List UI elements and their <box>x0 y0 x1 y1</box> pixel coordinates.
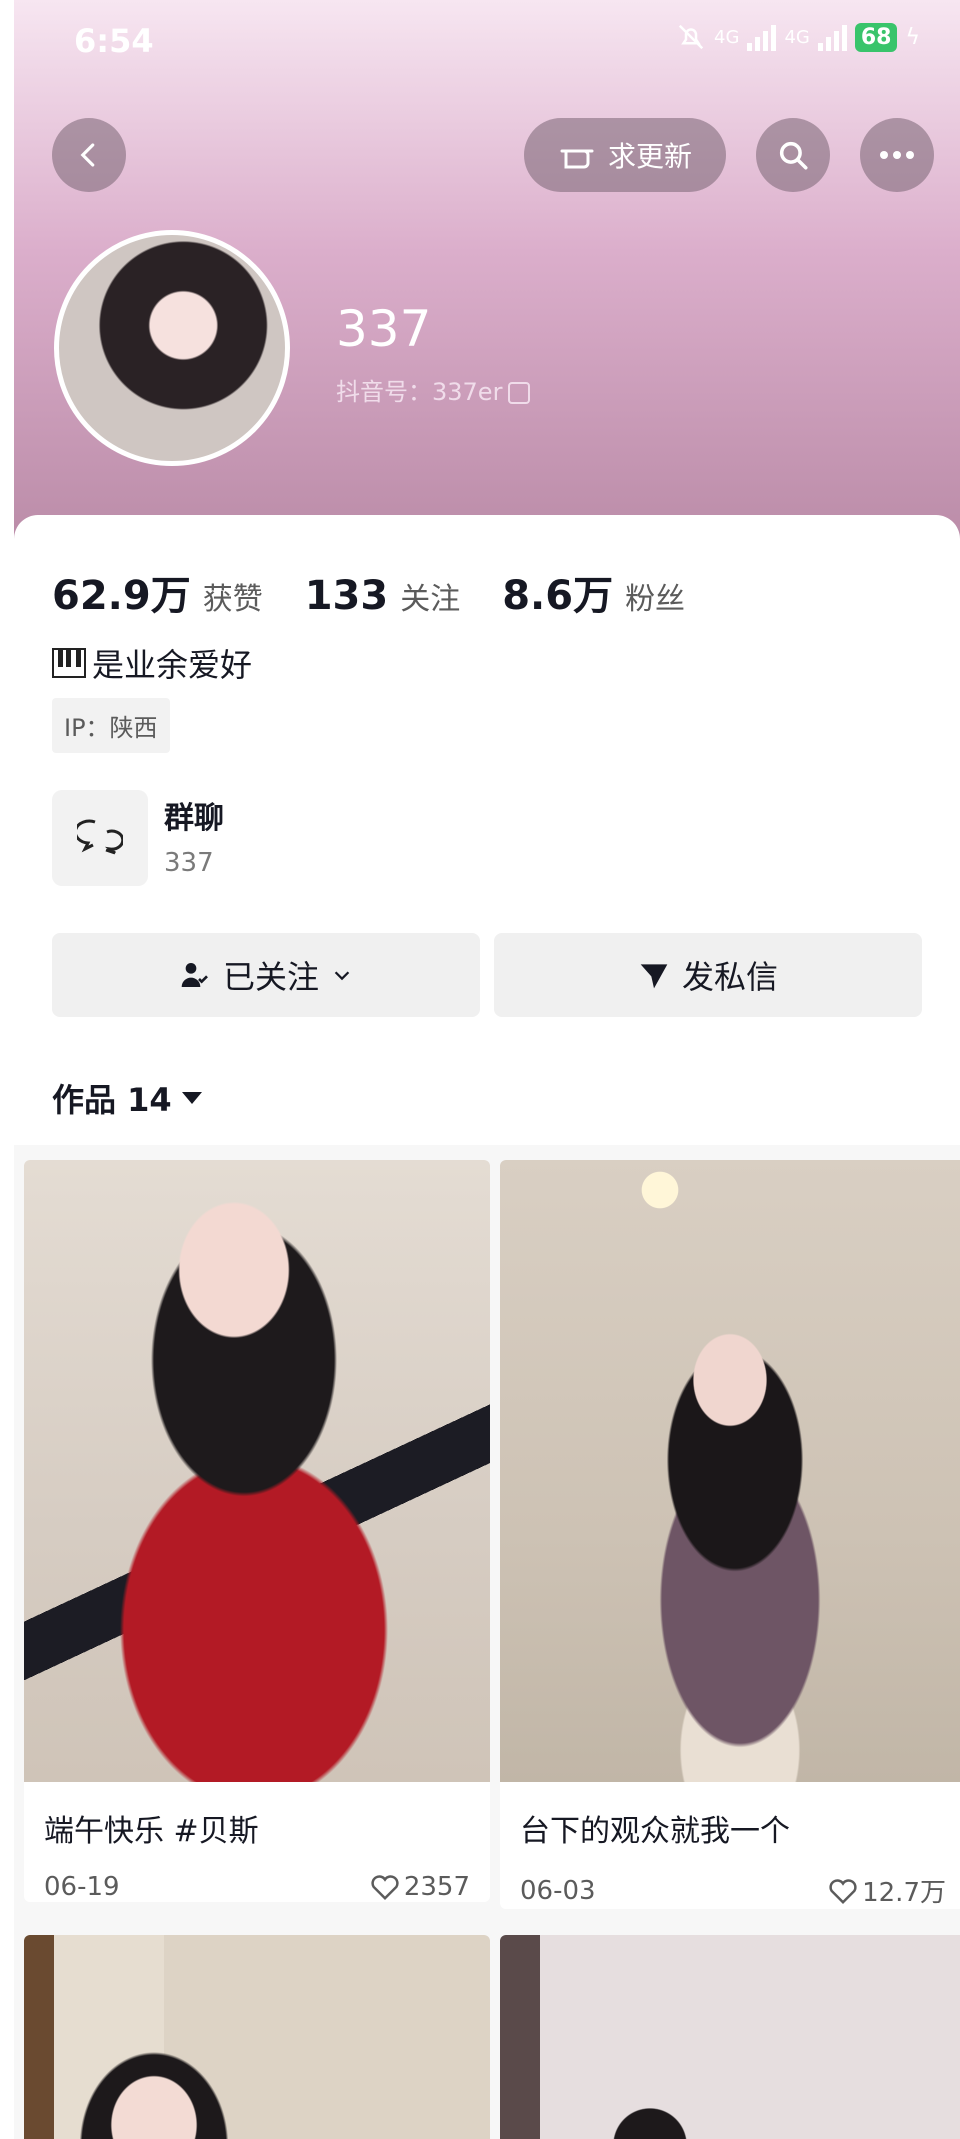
piano-keys-icon <box>52 648 86 678</box>
post-meta: 06-03 12.7万 <box>500 1846 960 1909</box>
stat-followers-value: 8.6万 <box>502 573 614 619</box>
followed-button[interactable]: 已关注 <box>52 933 480 1017</box>
works-tab[interactable]: 作品 14 <box>52 1075 202 1121</box>
ask-update-button[interactable]: 求更新 <box>524 118 726 192</box>
dropdown-triangle-icon <box>181 1092 202 1104</box>
post-card[interactable] <box>24 1935 490 2139</box>
status-bar: 6:54 4G 4G 68 ϟ <box>14 0 960 80</box>
post-card[interactable] <box>500 1935 960 2139</box>
chevron-down-icon <box>334 971 350 981</box>
profile-stats: 62.9万 获赞 133 关注 8.6万 粉丝 <box>52 563 727 621</box>
profile-card: 62.9万 获赞 133 关注 8.6万 粉丝 是业余爱好 IP：陕西 群聊 3… <box>14 515 960 1145</box>
post-thumbnail[interactable] <box>24 1935 490 2139</box>
stat-followers-label: 粉丝 <box>625 582 686 617</box>
status-icons: 4G 4G 68 ϟ <box>676 22 920 52</box>
charging-icon: ϟ <box>905 24 920 50</box>
post-title: 端午快乐 #贝斯 <box>44 1814 259 1849</box>
status-time: 6:54 <box>74 22 154 60</box>
network-type-1: 4G <box>714 26 740 48</box>
post-thumbnail[interactable] <box>24 1160 490 1782</box>
profile-nickname: 337 <box>336 300 432 358</box>
douyin-id-text: 抖音号：337er <box>336 378 503 406</box>
battery-indicator: 68 <box>854 22 898 52</box>
copy-icon[interactable] <box>508 382 531 404</box>
douyin-id[interactable]: 抖音号：337er <box>336 372 531 407</box>
profile-avatar[interactable] <box>54 230 290 466</box>
back-button[interactable] <box>52 118 126 192</box>
paper-plane-icon <box>640 964 668 989</box>
stat-likes-label: 获赞 <box>202 582 263 617</box>
stat-likes[interactable]: 62.9万 获赞 <box>52 563 263 621</box>
ask-update-label: 求更新 <box>607 140 692 173</box>
network-type-2: 4G <box>784 26 810 48</box>
post-card[interactable]: 台下的观众就我一个 06-03 12.7万 <box>500 1160 960 1909</box>
post-card[interactable]: 端午快乐 #贝斯 06-19 2357 <box>24 1160 490 1902</box>
post-likes: 2357 <box>370 1872 470 1902</box>
group-chat-title[interactable]: 群聊 <box>164 793 224 837</box>
post-likes: 12.7万 <box>828 1872 946 1909</box>
post-thumbnail[interactable] <box>500 1935 960 2139</box>
back-arrow-icon <box>80 143 95 167</box>
post-date: 06-03 <box>520 1875 596 1906</box>
search-icon <box>779 141 808 170</box>
more-dots-icon <box>880 151 914 159</box>
send-message-button[interactable]: 发私信 <box>494 933 922 1017</box>
stat-following-label: 关注 <box>400 582 461 617</box>
person-check-icon <box>181 963 208 987</box>
more-button[interactable] <box>860 118 934 192</box>
heart-icon <box>829 1878 857 1904</box>
stat-following-value: 133 <box>304 573 389 619</box>
profile-header: 6:54 4G 4G 68 ϟ 求更新 337 抖音号：337er <box>14 0 960 560</box>
stat-following[interactable]: 133 关注 <box>305 573 461 619</box>
post-title: 台下的观众就我一个 <box>520 1814 790 1849</box>
post-like-count: 12.7万 <box>862 1878 946 1908</box>
post-meta: 06-19 2357 <box>24 1846 490 1902</box>
signal-icon-2 <box>817 23 847 51</box>
pointing-hand-icon <box>560 149 594 169</box>
search-button[interactable] <box>756 118 830 192</box>
works-tab-label: 作品 14 <box>52 1081 172 1119</box>
ip-location-tag: IP：陕西 <box>52 698 170 753</box>
stat-likes-value: 62.9万 <box>52 573 191 619</box>
group-chat-icon-box[interactable] <box>52 790 148 886</box>
bio-text: 是业余爱好 <box>92 646 253 684</box>
send-message-label: 发私信 <box>681 958 778 996</box>
group-chat-subtitle: 337 <box>164 848 214 878</box>
profile-bio: 是业余爱好 <box>52 640 252 686</box>
post-like-count: 2357 <box>403 1872 470 1902</box>
mute-bell-icon <box>678 24 704 50</box>
heart-icon <box>371 1875 399 1901</box>
chat-bubbles-icon <box>77 819 123 855</box>
post-thumbnail[interactable] <box>500 1160 960 1782</box>
followed-label: 已关注 <box>222 958 319 996</box>
signal-icon <box>747 23 777 51</box>
post-date: 06-19 <box>44 1872 120 1902</box>
profile-screen: 6:54 4G 4G 68 ϟ 求更新 337 抖音号：337er 62.9万 … <box>14 0 960 2139</box>
stat-followers[interactable]: 8.6万 粉丝 <box>502 563 685 621</box>
